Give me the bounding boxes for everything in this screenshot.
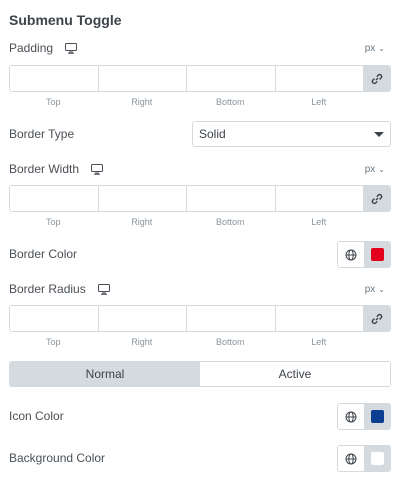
side-label-right: Right bbox=[131, 337, 153, 347]
border-color-picker[interactable] bbox=[364, 242, 390, 267]
padding-bottom-input[interactable] bbox=[187, 66, 276, 91]
chevron-down-icon: ⌄ bbox=[378, 165, 385, 174]
border-color-swatch bbox=[370, 248, 384, 261]
border-width-right-input[interactable] bbox=[98, 186, 187, 211]
padding-unit-select[interactable]: px ⌄ bbox=[365, 43, 385, 54]
border-width-inputs bbox=[9, 185, 391, 212]
background-color-swatch bbox=[370, 452, 384, 465]
border-radius-side-labels: Top Right Bottom Left bbox=[9, 337, 363, 347]
padding-top-input[interactable] bbox=[10, 66, 99, 91]
border-width-top-input[interactable] bbox=[10, 186, 99, 211]
side-label-top: Top bbox=[45, 337, 61, 347]
border-type-label-row: Border Type bbox=[9, 127, 74, 141]
side-label-right: Right bbox=[131, 217, 153, 227]
side-label-bottom: Bottom bbox=[215, 337, 245, 347]
tab-normal[interactable]: Normal bbox=[10, 362, 200, 386]
border-width-label-row: Border Width bbox=[9, 162, 104, 176]
background-color-control bbox=[337, 445, 391, 472]
padding-left-input[interactable] bbox=[275, 66, 364, 91]
border-width-unit-select[interactable]: px ⌄ bbox=[365, 164, 385, 175]
caret-down-icon bbox=[374, 132, 384, 137]
globe-icon[interactable] bbox=[338, 242, 365, 267]
padding-label: Padding bbox=[9, 41, 54, 55]
border-radius-inputs bbox=[9, 305, 391, 332]
link-icon[interactable] bbox=[364, 306, 390, 331]
border-width-label: Border Width bbox=[9, 162, 80, 176]
border-radius-unit-select[interactable]: px ⌄ bbox=[365, 284, 385, 295]
border-radius-top-input[interactable] bbox=[10, 306, 99, 331]
link-icon[interactable] bbox=[364, 66, 390, 91]
border-color-label: Border Color bbox=[9, 247, 78, 261]
monitor-icon[interactable] bbox=[91, 164, 104, 175]
side-label-bottom: Bottom bbox=[215, 217, 245, 227]
padding-label-row: Padding bbox=[9, 41, 78, 55]
border-radius-label-row: Border Radius bbox=[9, 282, 111, 296]
border-width-unit: px bbox=[364, 164, 376, 175]
icon-color-picker[interactable] bbox=[364, 404, 390, 429]
side-label-top: Top bbox=[45, 97, 61, 107]
padding-unit: px bbox=[364, 43, 376, 54]
globe-icon[interactable] bbox=[338, 446, 365, 471]
side-label-right: Right bbox=[131, 97, 153, 107]
border-radius-unit: px bbox=[364, 284, 376, 295]
side-label-left: Left bbox=[311, 97, 327, 107]
side-label-left: Left bbox=[311, 217, 327, 227]
section-title: Submenu Toggle bbox=[9, 12, 122, 28]
icon-color-label: Icon Color bbox=[9, 409, 64, 423]
border-width-side-labels: Top Right Bottom Left bbox=[9, 217, 363, 227]
border-type-select[interactable]: Solid bbox=[192, 121, 391, 147]
border-type-value: Solid bbox=[199, 127, 226, 141]
padding-side-labels: Top Right Bottom Left bbox=[9, 97, 363, 107]
tab-active[interactable]: Active bbox=[200, 362, 390, 386]
chevron-down-icon: ⌄ bbox=[378, 285, 385, 294]
border-color-control bbox=[337, 241, 391, 268]
border-radius-left-input[interactable] bbox=[275, 306, 364, 331]
border-radius-right-input[interactable] bbox=[98, 306, 187, 331]
icon-color-control bbox=[337, 403, 391, 430]
border-radius-label: Border Radius bbox=[9, 282, 86, 296]
monitor-icon[interactable] bbox=[65, 43, 78, 54]
chevron-down-icon: ⌄ bbox=[378, 44, 385, 53]
background-color-label-row: Background Color bbox=[9, 451, 105, 465]
link-icon[interactable] bbox=[364, 186, 390, 211]
monitor-icon[interactable] bbox=[97, 284, 111, 295]
border-type-label: Border Type bbox=[9, 127, 75, 141]
background-color-label: Background Color bbox=[9, 451, 106, 465]
globe-icon[interactable] bbox=[338, 404, 365, 429]
padding-inputs bbox=[9, 65, 391, 92]
side-label-left: Left bbox=[311, 337, 327, 347]
padding-right-input[interactable] bbox=[98, 66, 187, 91]
border-radius-bottom-input[interactable] bbox=[187, 306, 276, 331]
side-label-bottom: Bottom bbox=[215, 97, 245, 107]
state-tabs: Normal Active bbox=[9, 361, 391, 387]
background-color-picker[interactable] bbox=[364, 446, 390, 471]
border-width-bottom-input[interactable] bbox=[187, 186, 276, 211]
icon-color-label-row: Icon Color bbox=[9, 409, 64, 423]
side-label-top: Top bbox=[45, 217, 61, 227]
icon-color-swatch bbox=[370, 410, 384, 423]
border-width-left-input[interactable] bbox=[275, 186, 364, 211]
border-color-label-row: Border Color bbox=[9, 247, 77, 261]
